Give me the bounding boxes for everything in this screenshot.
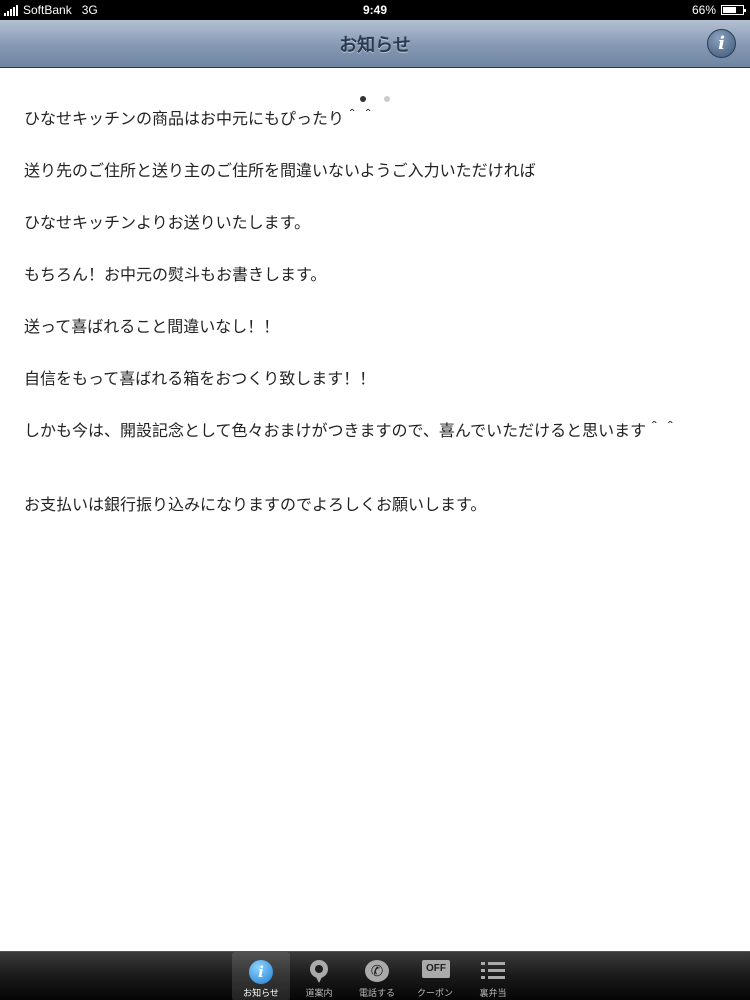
notice-paragraph: 自信をもって喜ばれる箱をおつくり致します！！	[24, 369, 376, 388]
tab-label: 裏弁当	[479, 989, 507, 999]
navigation-bar: お知らせ i	[0, 20, 750, 68]
coupon-icon: OFF	[422, 960, 450, 978]
tab-label: 電話する	[358, 989, 395, 999]
status-bar: SoftBank 3G 9:49 66%	[0, 0, 750, 20]
tab-label: クーポン	[416, 989, 453, 999]
battery-percent: 66%	[691, 3, 716, 17]
info-icon: i	[249, 960, 273, 984]
notice-content: ひなせキッチンの商品はお中元にもぴったり＾＾ 送り先のご住所と送り主のご住所を間…	[24, 108, 729, 546]
notice-paragraph: しかも今は、開設記念として色々おまけがつきますので、喜んでいただけると思います＾…	[24, 421, 679, 440]
status-time: 9:49	[362, 3, 388, 17]
map-pin-icon	[310, 960, 328, 983]
tab-directions[interactable]: 道案内	[290, 952, 348, 1000]
notice-paragraph: 送り先のご住所と送り主のご住所を間違いないようご入力いただければ	[24, 161, 536, 180]
tab-notice[interactable]: i お知らせ	[232, 952, 290, 1000]
tab-menu[interactable]: 裏弁当	[464, 952, 522, 1000]
tab-label: 道案内	[305, 989, 333, 999]
tab-call[interactable]: ✆ 電話する	[348, 952, 406, 1000]
page-indicator[interactable]	[0, 87, 750, 102]
list-icon	[481, 960, 505, 982]
notice-paragraph: お支払いは銀行振り込みになりますのでよろしくお願いします。	[24, 495, 487, 514]
notice-paragraph: 送って喜ばれること間違いなし！！	[24, 317, 280, 336]
page-dot-2[interactable]	[384, 96, 390, 102]
notice-paragraph: ひなせキッチンの商品はお中元にもぴったり＾＾	[24, 109, 377, 128]
notice-paragraph: もちろん！お中元の熨斗もお書きします。	[24, 265, 327, 284]
battery-icon	[721, 5, 746, 15]
tab-label: お知らせ	[243, 989, 279, 999]
info-icon[interactable]: i	[707, 29, 736, 58]
page-dot-1[interactable]	[360, 96, 366, 102]
notice-paragraph: ひなせキッチンよりお送りいたします。	[24, 213, 311, 232]
status-right: 66%	[691, 3, 746, 17]
tab-coupon[interactable]: OFF クーポン	[406, 952, 464, 1000]
phone-icon: ✆	[365, 960, 389, 982]
tab-bar: i お知らせ 道案内 ✆ 電話する OFF クーポン 裏弁当	[0, 951, 750, 1000]
page-title: お知らせ	[339, 35, 411, 56]
